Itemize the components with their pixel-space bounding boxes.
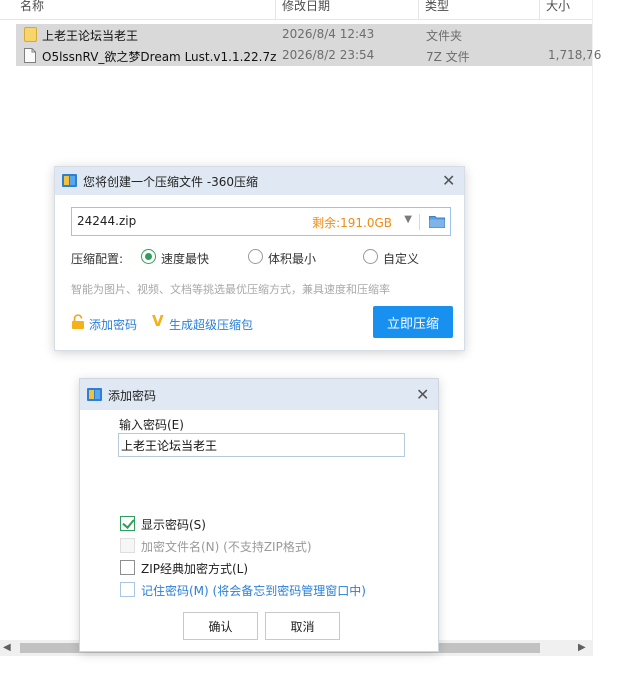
lock-icon <box>72 314 84 329</box>
dialog-title: 添加密码 <box>108 389 157 403</box>
column-divider[interactable] <box>539 0 540 20</box>
column-header-bar: 名称 修改日期 类型 大小 <box>0 0 592 20</box>
file-date: 2026/8/4 12:43 <box>282 27 375 41</box>
encrypt-filenames-checkbox <box>120 538 135 553</box>
file-date: 2026/8/2 23:54 <box>282 48 375 62</box>
window-edge <box>592 0 593 656</box>
file-row-folder[interactable]: 上老王论坛当老王 2026/8/4 12:43 文件夹 <box>16 24 592 45</box>
360-zip-app-icon <box>62 174 77 187</box>
compress-now-button[interactable]: 立即压缩 <box>373 306 453 338</box>
scroll-right-arrow-icon[interactable]: ▶ <box>578 642 586 653</box>
column-name[interactable]: 名称 <box>20 0 44 14</box>
column-divider[interactable] <box>275 0 276 20</box>
show-password-checkbox[interactable] <box>120 516 135 531</box>
radio-smallest[interactable] <box>248 249 263 264</box>
ok-button[interactable]: 确认 <box>183 612 258 640</box>
column-type[interactable]: 类型 <box>425 0 449 14</box>
360-zip-app-icon <box>87 388 102 401</box>
divider <box>419 214 420 230</box>
file-type: 文件夹 <box>426 29 463 43</box>
radio-smallest-label[interactable]: 体积最小 <box>268 250 316 267</box>
remember-password-label[interactable]: 记住密码(M) (将会备忘到密码管理窗口中) <box>141 582 366 599</box>
super-package-link[interactable]: 生成超级压缩包 <box>169 316 253 333</box>
file-type: 7Z 文件 <box>426 50 470 64</box>
vip-v-icon: V <box>152 312 164 330</box>
radio-custom-label[interactable]: 自定义 <box>383 250 419 267</box>
dialog-titlebar[interactable]: 添加密码 ✕ <box>80 379 438 410</box>
file-size: 1,718,76 <box>548 48 602 62</box>
radio-fastest[interactable] <box>141 249 156 264</box>
radio-fastest-label[interactable]: 速度最快 <box>161 250 209 267</box>
column-divider[interactable] <box>418 0 419 20</box>
free-space-label: 剩余:191.0GB <box>312 216 392 230</box>
column-date[interactable]: 修改日期 <box>282 0 330 14</box>
close-icon[interactable]: ✕ <box>442 173 455 189</box>
add-password-link[interactable]: 添加密码 <box>89 316 137 333</box>
remember-password-checkbox[interactable] <box>120 582 135 597</box>
scroll-left-arrow-icon[interactable]: ◀ <box>3 642 11 653</box>
password-dialog: 添加密码 ✕ 输入密码(E) 显示密码(S) 加密文件名(N) (不支持ZIP格… <box>79 378 439 652</box>
show-password-label[interactable]: 显示密码(S) <box>141 516 206 533</box>
password-input[interactable] <box>118 433 405 457</box>
compress-hint: 智能为图片、视频、文档等挑选最优压缩方式，兼具速度和压缩率 <box>71 283 390 296</box>
encrypt-filenames-label: 加密文件名(N) (不支持ZIP格式) <box>141 540 312 554</box>
archive-file-icon <box>24 48 36 63</box>
column-size[interactable]: 大小 <box>546 0 570 14</box>
archive-name[interactable]: 24244.zip <box>77 214 136 228</box>
file-name: 上老王论坛当老王 <box>42 29 139 43</box>
password-label: 输入密码(E) <box>119 418 184 432</box>
folder-icon <box>24 27 37 42</box>
zip-classic-encryption-label[interactable]: ZIP经典加密方式(L) <box>141 560 248 577</box>
compress-dialog: 您将创建一个压缩文件 -360压缩 ✕ 24244.zip 剩余:191.0GB… <box>54 166 465 351</box>
browse-folder-icon[interactable] <box>429 214 445 228</box>
file-row-archive[interactable]: O5lssnRV_欲之梦Dream Lust.v1.1.22.7z 2026/8… <box>16 45 601 66</box>
chevron-down-icon[interactable]: ▼ <box>404 214 412 225</box>
archive-path-field[interactable]: 24244.zip 剩余:191.0GB ▼ <box>71 207 451 236</box>
zip-classic-encryption-checkbox[interactable] <box>120 560 135 575</box>
dialog-titlebar[interactable]: 您将创建一个压缩文件 -360压缩 ✕ <box>55 167 464 195</box>
radio-custom[interactable] <box>363 249 378 264</box>
file-name: O5lssnRV_欲之梦Dream Lust.v1.1.22.7z <box>42 50 277 64</box>
close-icon[interactable]: ✕ <box>416 387 429 403</box>
cancel-button[interactable]: 取消 <box>265 612 340 640</box>
compress-config-label: 压缩配置: <box>71 252 124 266</box>
dialog-title: 您将创建一个压缩文件 -360压缩 <box>83 175 259 189</box>
